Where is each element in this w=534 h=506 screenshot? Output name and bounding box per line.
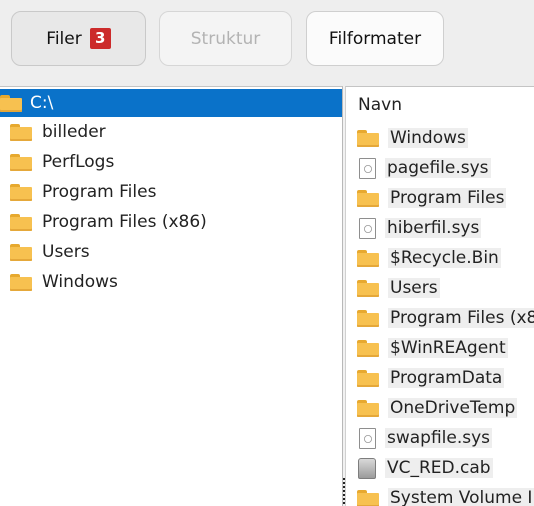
tree-item-label: Windows — [42, 272, 118, 292]
list-item-label: $WinREAgent — [388, 338, 508, 358]
folder-icon — [357, 399, 379, 417]
tree-item-root[interactable]: C:\ — [0, 89, 342, 117]
tree-item-label: Program Files — [42, 182, 157, 202]
system-file-icon — [359, 157, 376, 179]
folder-icon — [357, 249, 379, 267]
list-item[interactable]: Program Files — [357, 184, 507, 212]
folder-icon — [10, 243, 32, 261]
list-item[interactable]: swapfile.sys — [359, 424, 493, 452]
list-item[interactable]: Program Files (x86 — [357, 304, 534, 332]
tree-item[interactable]: billeder — [10, 118, 106, 146]
filer-button[interactable]: Filer 3 — [11, 11, 146, 66]
list-item-label: VC_RED.cab — [385, 458, 493, 478]
folder-icon — [357, 129, 379, 147]
folder-icon — [357, 309, 379, 327]
list-item-label: Program Files — [388, 188, 507, 208]
list-item-label: hiberfil.sys — [385, 218, 482, 238]
folder-icon — [10, 183, 32, 201]
list-item-label: swapfile.sys — [385, 428, 493, 448]
tree-item-label: C:\ — [30, 93, 54, 113]
tree-item-label: Users — [42, 242, 90, 262]
folder-icon — [357, 339, 379, 357]
folder-icon — [357, 369, 379, 387]
list-item-label: ProgramData — [388, 368, 505, 388]
struktur-button-label: Struktur — [190, 28, 261, 49]
folder-icon — [10, 213, 32, 231]
struktur-button[interactable]: Struktur — [159, 11, 292, 66]
filformater-button[interactable]: Filformater — [306, 11, 444, 66]
column-header-navn[interactable]: Navn — [358, 95, 402, 115]
filer-count-badge: 3 — [89, 28, 111, 49]
tree-item[interactable]: Program Files (x86) — [10, 208, 207, 236]
list-item[interactable]: Users — [357, 274, 440, 302]
list-item[interactable]: hiberfil.sys — [359, 214, 482, 242]
folder-icon — [10, 273, 32, 291]
system-file-icon — [359, 217, 376, 239]
list-item-label: Program Files (x86 — [388, 308, 534, 328]
list-item[interactable]: OneDriveTemp — [357, 394, 518, 422]
folder-icon — [10, 123, 32, 141]
list-item[interactable]: Windows — [357, 124, 468, 152]
list-item[interactable]: $Recycle.Bin — [357, 244, 501, 272]
list-item-label: pagefile.sys — [385, 158, 491, 178]
list-item[interactable]: pagefile.sys — [359, 154, 491, 182]
folder-icon — [357, 489, 379, 506]
filformater-button-label: Filformater — [328, 28, 422, 49]
folder-tree-pane[interactable]: C:\ billeder PerfLogs Program Files Prog… — [0, 86, 343, 506]
tree-item[interactable]: Windows — [10, 268, 118, 296]
folder-icon — [10, 153, 32, 171]
list-item-label: Windows — [388, 128, 468, 148]
tree-item[interactable]: Users — [10, 238, 90, 266]
list-item-label: System Volume Inf — [388, 488, 534, 506]
list-item[interactable]: ProgramData — [357, 364, 505, 392]
tree-item-label: Program Files (x86) — [42, 212, 207, 232]
folder-icon — [0, 94, 22, 112]
tree-item[interactable]: PerfLogs — [10, 148, 114, 176]
tree-item[interactable]: Program Files — [10, 178, 156, 206]
folder-icon — [357, 189, 379, 207]
cab-file-icon — [358, 457, 376, 479]
filer-button-label: Filer — [46, 28, 82, 49]
system-file-icon — [359, 427, 376, 449]
folder-icon — [357, 279, 379, 297]
tree-item-label: PerfLogs — [42, 152, 115, 172]
list-item[interactable]: VC_RED.cab — [358, 454, 493, 482]
list-item-label: Users — [388, 278, 440, 298]
toolbar: Filer 3 Struktur Filformater — [0, 0, 534, 86]
list-item-label: OneDriveTemp — [388, 398, 518, 418]
list-item[interactable]: $WinREAgent — [357, 334, 508, 362]
list-item-label: $Recycle.Bin — [388, 248, 501, 268]
tree-item-label: billeder — [42, 122, 106, 142]
list-item[interactable]: System Volume Inf — [357, 484, 534, 506]
file-list-pane[interactable]: Navn Windows pagefile.sys Program Files … — [345, 86, 534, 506]
